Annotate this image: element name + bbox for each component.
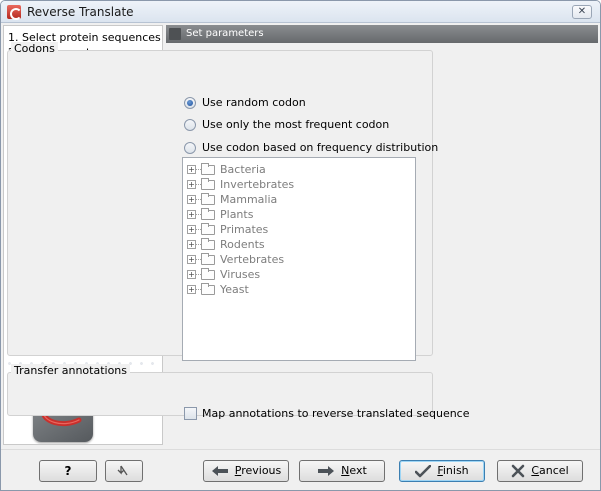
tree-item-label: Vertebrates [220,253,285,266]
folder-icon [201,223,215,235]
tree-item-label: Mammalia [220,193,278,206]
tree-item-label: Viruses [220,268,261,281]
tree-item-label: Primates [220,223,269,236]
arrow-right-icon [318,466,335,476]
folder-icon [201,253,215,265]
reverse-translate-dialog: Reverse Translate ✕ 1. Select protein se… [0,0,601,491]
help-button[interactable]: ? [39,460,97,482]
expand-icon[interactable]: + [187,285,196,294]
close-x-icon [512,464,525,478]
expand-icon[interactable]: + [187,225,196,234]
folder-icon [201,283,215,295]
tree-item-label: Invertebrates [220,178,295,191]
radio-button-selected[interactable] [184,97,196,109]
checkbox-box[interactable] [184,407,197,420]
close-button[interactable]: ✕ [572,5,592,19]
expand-icon[interactable]: + [187,210,196,219]
folder-icon [201,163,215,175]
next-button[interactable]: Next [299,460,385,482]
section-header: Set parameters [166,25,598,43]
expand-icon[interactable]: + [187,165,196,174]
transfer-annotations-legend: Transfer annotations [11,364,130,377]
radio-button[interactable] [184,142,196,154]
finish-button[interactable]: Finish [399,460,485,482]
folder-icon [201,178,215,190]
radio-label: Use random codon [202,96,306,109]
app-logo-icon [7,5,22,20]
reset-button[interactable] [105,460,143,482]
expand-icon[interactable]: + [187,255,196,264]
expand-icon[interactable]: + [187,180,196,189]
tree-item-label: Rodents [220,238,265,251]
expand-icon[interactable]: + [187,270,196,279]
tree-item-label: Plants [220,208,254,221]
expand-icon[interactable]: + [187,195,196,204]
radio-button[interactable] [184,119,196,131]
tree-item-label: Yeast [220,283,249,296]
cancel-button[interactable]: Cancel [497,460,583,482]
radio-label: Use codon based on frequency distributio… [202,141,439,154]
undo-arrow-icon [117,465,128,476]
tree-item-label: Bacteria [220,163,266,176]
folder-icon [201,238,215,250]
previous-button[interactable]: Previous [203,460,289,482]
button-bar: ? Previous Next Finish Cancel [1,449,600,490]
codons-legend: Codons [11,42,58,55]
expand-icon[interactable]: + [187,240,196,249]
organism-tree[interactable]: + Bacteria + Invertebrates + Mammalia + … [182,157,416,361]
checkbox-label: Map annotations to reverse translated se… [202,407,470,420]
checkmark-icon [415,464,432,477]
folder-icon [201,208,215,220]
folder-icon [201,268,215,280]
title-bar: Reverse Translate ✕ [1,1,600,23]
radio-label: Use only the most frequent codon [202,118,390,131]
folder-icon [201,193,215,205]
arrow-left-icon [211,466,228,476]
window-title: Reverse Translate [27,5,134,19]
